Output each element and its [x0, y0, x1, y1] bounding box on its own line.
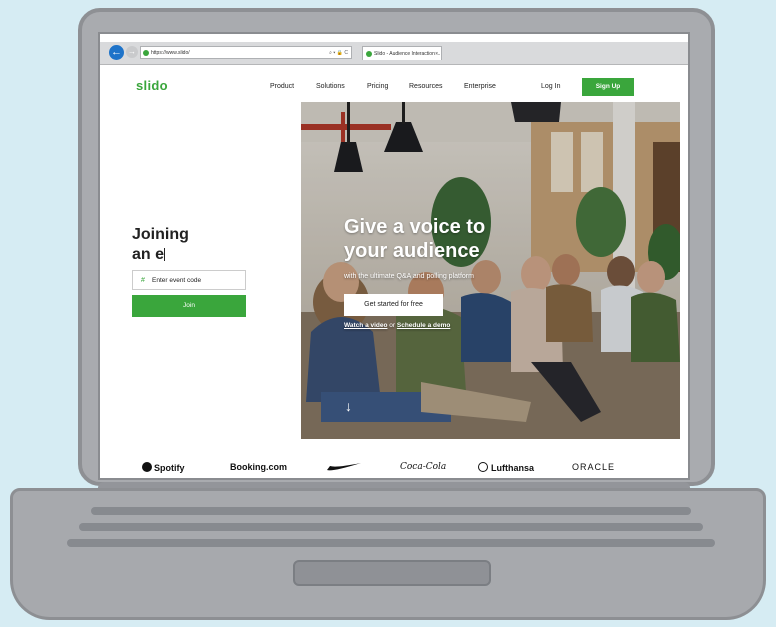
lufthansa-crane-icon: [478, 462, 488, 472]
site-nav: slido Product Solutions Pricing Resource…: [100, 72, 688, 100]
nav-resources[interactable]: Resources: [409, 83, 442, 90]
scroll-down-icon[interactable]: ↓: [345, 398, 352, 414]
nav-solutions[interactable]: Solutions: [316, 83, 345, 90]
brand-spotify-name: Spotify: [154, 463, 185, 473]
nike-swoosh-icon: [326, 462, 362, 474]
link-connector: or: [389, 322, 396, 329]
brand-lufthansa-name: Lufthansa: [491, 463, 535, 473]
audience-photo: [301, 102, 680, 439]
join-heading-line2: an e: [132, 246, 165, 263]
laptop-screen: ← → https://www.slido/ ⌕ ▾ 🔒 C Slido - A…: [98, 32, 690, 480]
address-actions-icon[interactable]: ⌕ ▾ 🔒 C: [329, 47, 348, 60]
watch-video-link[interactable]: Watch a video: [344, 322, 387, 329]
browser-toolbar: ← → https://www.slido/ ⌕ ▾ 🔒 C Slido - A…: [100, 42, 688, 65]
schedule-demo-link[interactable]: Schedule a demo: [397, 322, 450, 329]
text-cursor: [164, 248, 166, 261]
hero-subtitle: with the ultimate Q&A and polling platfo…: [344, 273, 474, 280]
hero-title-line1: Give a voice to: [344, 216, 486, 238]
address-url: https://www.slido/: [151, 50, 190, 56]
spotify-icon: [142, 462, 152, 472]
tab-title: Slido - Audience Interaction ...: [374, 51, 441, 57]
slido-logo[interactable]: slido: [136, 78, 168, 93]
join-heading-line1: Joining: [132, 226, 189, 243]
join-button[interactable]: Join: [132, 295, 246, 317]
nav-product[interactable]: Product: [270, 83, 294, 90]
brand-cocacola: Coca-Cola: [400, 462, 447, 472]
keyboard-row: [67, 539, 715, 547]
brand-lufthansa: Lufthansa: [478, 462, 534, 473]
hero-title: Give a voice to your audience: [344, 215, 485, 263]
tab-close-icon[interactable]: ×: [435, 47, 438, 60]
signup-button[interactable]: Sign Up: [582, 78, 634, 96]
customer-logos: Spotify Booking.com Coca-Cola Lufthansa …: [100, 462, 688, 478]
touchpad: [293, 560, 491, 586]
hero-image: Give a voice to your audience with the u…: [301, 102, 680, 439]
keyboard-row: [79, 523, 703, 531]
event-code-placeholder: Enter event code: [152, 277, 202, 284]
laptop-base: [10, 488, 766, 620]
forward-button[interactable]: →: [126, 46, 138, 58]
event-code-input[interactable]: # Enter event code: [132, 270, 246, 290]
browser-tab[interactable]: Slido - Audience Interaction ... ×: [362, 46, 442, 60]
back-button[interactable]: ←: [109, 45, 124, 60]
address-bar[interactable]: https://www.slido/ ⌕ ▾ 🔒 C: [140, 46, 352, 59]
brand-oracle: ORACLE: [572, 462, 616, 472]
hero-title-line2: your audience: [344, 240, 480, 262]
hero-links: Watch a video or Schedule a demo: [344, 322, 450, 329]
login-link[interactable]: Log In: [541, 83, 560, 90]
nav-pricing[interactable]: Pricing: [367, 83, 388, 90]
nav-enterprise[interactable]: Enterprise: [464, 83, 496, 90]
keyboard-row: [91, 507, 691, 515]
get-started-button[interactable]: Get started for free: [344, 294, 443, 316]
site-favicon-icon: [143, 50, 149, 56]
brand-spotify: Spotify: [142, 462, 185, 473]
hash-icon: #: [141, 277, 145, 284]
brand-booking: Booking.com: [230, 462, 288, 472]
tab-favicon-icon: [366, 51, 372, 57]
join-heading: Joining an e: [132, 225, 189, 265]
